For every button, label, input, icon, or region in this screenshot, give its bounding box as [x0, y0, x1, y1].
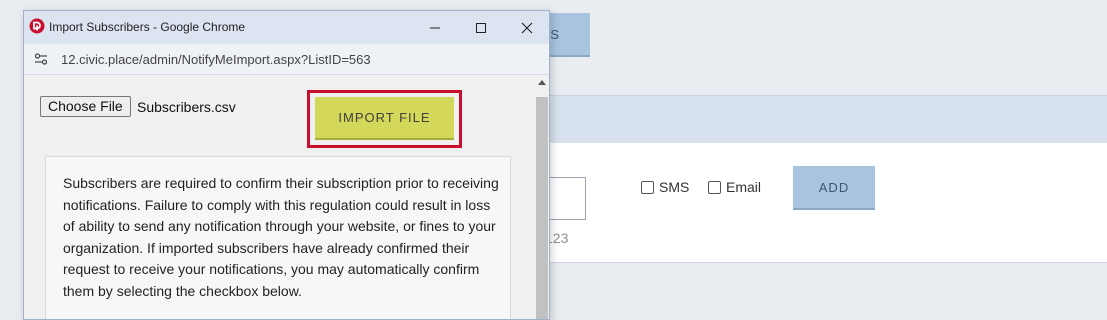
close-icon	[521, 22, 533, 33]
sms-label: SMS	[659, 179, 690, 195]
email-checkbox[interactable]: Email	[708, 179, 761, 195]
minimize-button[interactable]	[412, 11, 458, 44]
title-bar[interactable]: Import Subscribers - Google Chrome	[24, 11, 549, 44]
scrollbar[interactable]	[534, 75, 549, 319]
background-header-band	[540, 95, 1107, 145]
maximize-button[interactable]	[458, 11, 504, 44]
site-settings-icon[interactable]	[34, 52, 48, 66]
sms-checkbox-box[interactable]	[641, 180, 654, 194]
add-button[interactable]: ADD	[793, 166, 875, 210]
import-button-highlight: IMPORT FILE	[307, 90, 462, 148]
import-subscribers-window: Import Subscribers - Google Chrome 12.ci…	[23, 10, 550, 320]
minimize-icon	[430, 27, 440, 28]
address-bar[interactable]: 12.civic.place/admin/NotifyMeImport.aspx…	[24, 44, 549, 75]
popup-content: Choose File Subscribers.csv IMPORT FILE …	[24, 75, 534, 319]
choose-file-button[interactable]: Choose File	[40, 96, 131, 117]
confirmation-notice: Subscribers are required to confirm thei…	[45, 156, 511, 319]
window-title: Import Subscribers - Google Chrome	[49, 20, 246, 34]
maximize-icon	[476, 22, 486, 33]
email-label: Email	[726, 179, 762, 195]
app-logo-icon	[29, 18, 45, 34]
sms-checkbox[interactable]: SMS	[641, 179, 689, 195]
url-text[interactable]: 12.civic.place/admin/NotifyMeImport.aspx…	[61, 52, 371, 67]
close-button[interactable]	[504, 11, 549, 44]
import-file-button[interactable]: IMPORT FILE	[315, 97, 454, 140]
scroll-up-arrow-icon[interactable]	[538, 80, 546, 85]
email-checkbox-box[interactable]	[708, 180, 721, 194]
scroll-thumb[interactable]	[536, 97, 548, 319]
selected-file-name: Subscribers.csv	[137, 99, 236, 115]
notice-text: Subscribers are required to confirm thei…	[63, 175, 499, 299]
